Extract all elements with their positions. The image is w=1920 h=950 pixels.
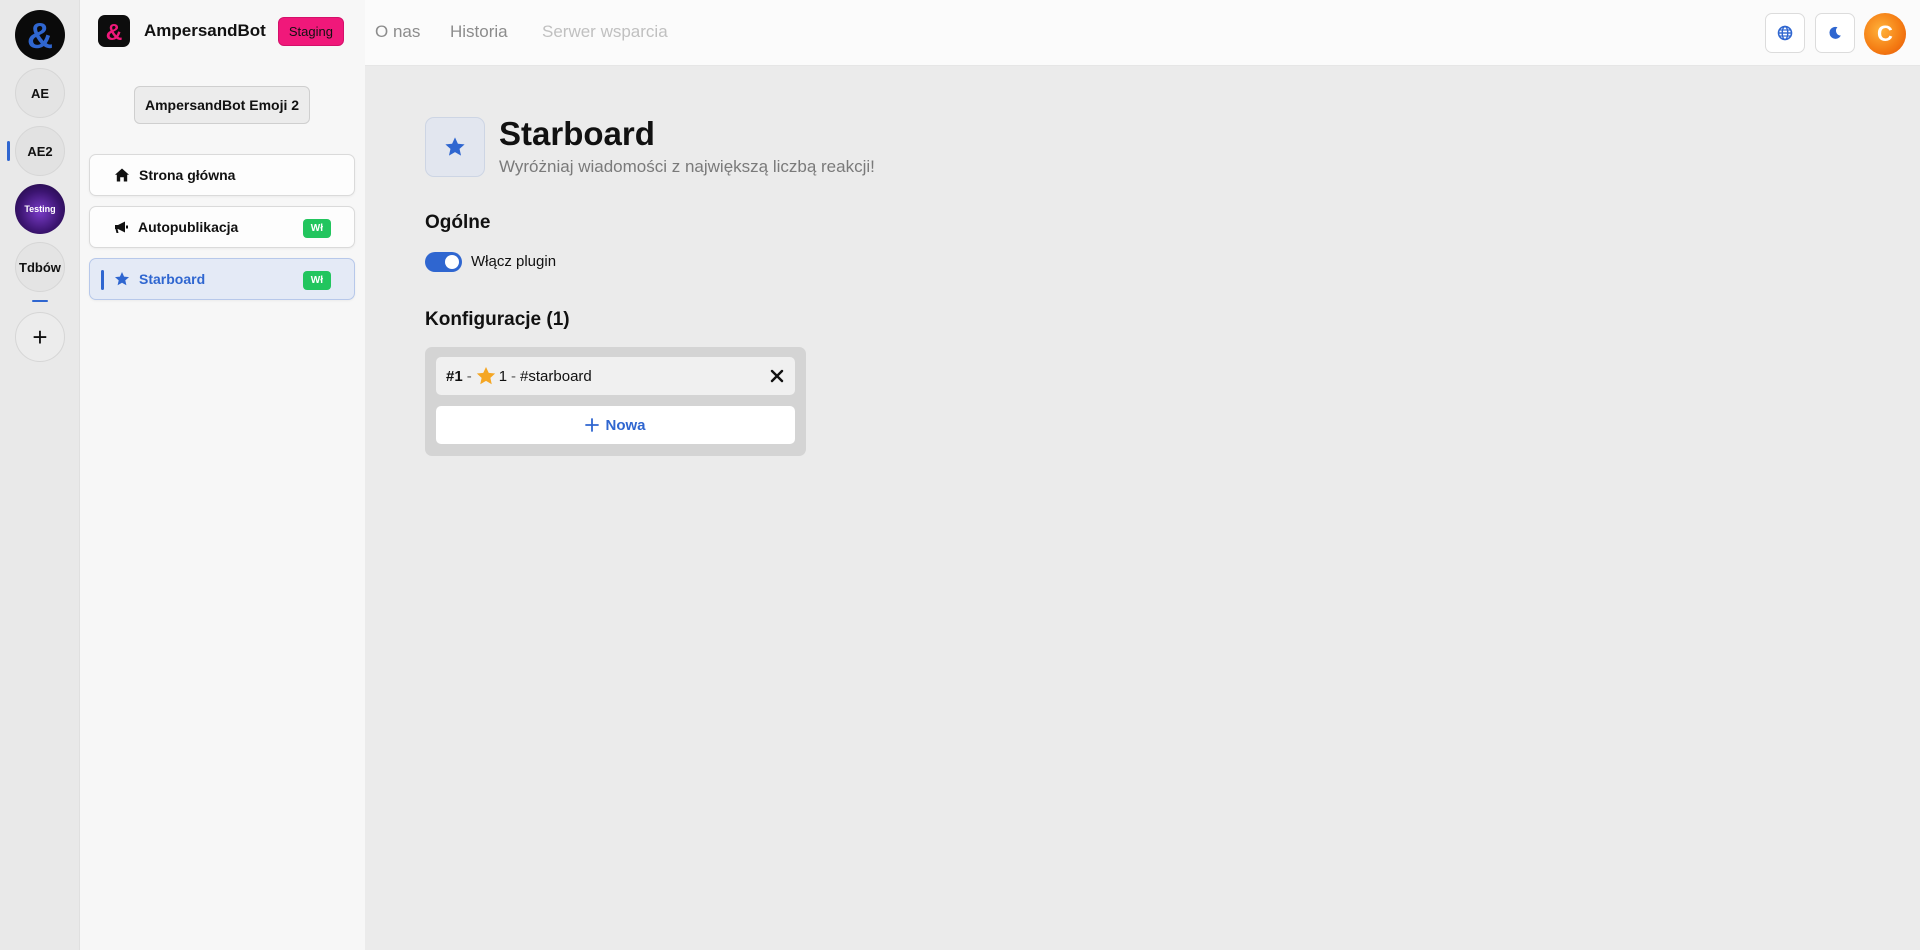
ampersand-logo-icon: & [27, 15, 53, 56]
page-title: Starboard [499, 115, 655, 152]
app-logo-button[interactable]: & [15, 10, 65, 60]
status-badge: Wł [302, 271, 331, 290]
megaphone-icon [113, 219, 129, 235]
add-server-button[interactable]: + [15, 312, 65, 362]
sidebar-item-home[interactable]: Strona główna [89, 154, 355, 196]
user-avatar[interactable]: C [1864, 13, 1906, 55]
server-tdbow[interactable]: Tdbów [15, 242, 65, 292]
enable-plugin-toggle[interactable] [425, 252, 462, 272]
plus-icon: + [32, 321, 48, 352]
svg-text:&: & [27, 15, 53, 56]
main-content: Starboard Wyróżniaj wiadomości z najwięk… [365, 67, 1920, 950]
configs-list: #1 - 1 - #starboard Nowa [425, 347, 806, 456]
svg-text:&: & [106, 19, 123, 45]
sidebar-item-starboard[interactable]: Starboard Wł [89, 258, 355, 300]
toggle-knob [445, 255, 459, 269]
sidebar: & AmpersandBot Staging AmpersandBot Emoj… [80, 0, 365, 950]
language-button[interactable] [1765, 13, 1805, 53]
theme-toggle-button[interactable] [1815, 13, 1855, 53]
section-heading-general: Ogólne [425, 212, 491, 233]
moon-icon [1829, 26, 1841, 39]
globe-icon [1777, 25, 1793, 41]
sidebar-item-label: Strona główna [139, 167, 236, 183]
config-number: #1 [446, 367, 463, 385]
new-config-label: Nowa [605, 416, 646, 434]
separator: - [511, 367, 517, 385]
page-description: Wyróżniaj wiadomości z największą liczbą… [499, 157, 875, 176]
server-ae[interactable]: AE [15, 68, 65, 118]
separator: - [466, 367, 472, 385]
server-selector-button[interactable]: AmpersandBot Emoji 2 [134, 86, 311, 124]
server-testing-label: Testing [24, 204, 56, 214]
config-channel: #starboard [520, 367, 592, 385]
config-item[interactable]: #1 - 1 - #starboard [436, 357, 795, 395]
server-ae2-label: AE2 [27, 143, 53, 159]
delete-config-button[interactable] [767, 366, 787, 386]
sidebar-item-autopublikacja[interactable]: Autopublikacja Wł [89, 206, 355, 248]
nav-link-serwer-wsparcia[interactable]: Serwer wsparcia [542, 22, 668, 42]
top-bar: O nas Historia Serwer wsparcia C [365, 0, 1920, 66]
plugin-icon [425, 117, 485, 177]
star-icon [114, 271, 130, 287]
brand-name: AmpersandBot [144, 21, 266, 40]
server-rail: & AE AE2 Testing Tdbów + [0, 0, 80, 950]
server-testing[interactable]: Testing [15, 184, 65, 234]
status-badge: Wł [302, 219, 331, 238]
home-icon [114, 167, 130, 183]
server-ae-label: AE [30, 85, 50, 101]
enable-plugin-label[interactable]: Włącz plugin [471, 253, 556, 270]
star-icon [445, 137, 465, 156]
sidebar-item-label: Starboard [139, 271, 206, 287]
close-icon [770, 369, 784, 383]
rail-divider [32, 300, 48, 302]
plus-icon [585, 418, 600, 432]
env-badge: Staging [277, 16, 344, 46]
brand[interactable]: & AmpersandBot Staging [98, 15, 344, 47]
active-server-indicator [7, 141, 10, 161]
nav-link-o-nas[interactable]: O nas [375, 22, 420, 42]
active-indicator [101, 270, 104, 290]
server-ae2[interactable]: AE2 [15, 126, 65, 176]
new-config-button[interactable]: Nowa [436, 406, 795, 444]
server-tdbow-label: Tdbów [19, 259, 61, 275]
section-heading-configs: Konfiguracje (1) [425, 309, 570, 330]
config-count: 1 [498, 367, 508, 385]
nav-link-historia[interactable]: Historia [450, 22, 508, 42]
star-emoji-icon [476, 366, 496, 386]
sidebar-item-label: Autopublikacja [138, 219, 239, 235]
brand-logo-icon: & [98, 15, 130, 47]
